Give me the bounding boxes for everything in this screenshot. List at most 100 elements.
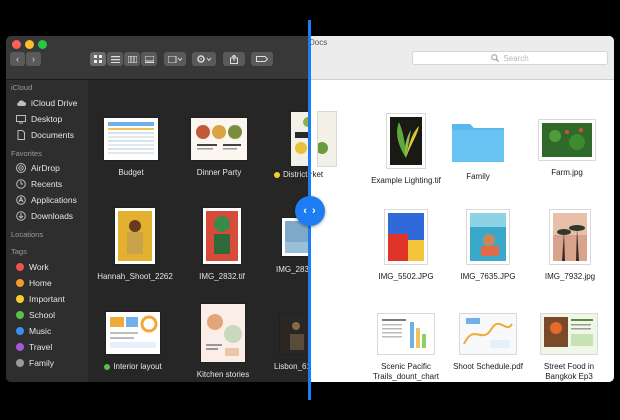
file-item[interactable]: IMG_2832.tif bbox=[192, 208, 252, 282]
video-thumbnail bbox=[280, 314, 310, 354]
back-button[interactable]: ‹ bbox=[10, 52, 25, 66]
file-name: District Market bbox=[310, 170, 323, 180]
file-item[interactable]: Farm.jpg bbox=[532, 120, 602, 178]
sidebar-tag-home[interactable]: Home bbox=[16, 278, 52, 288]
file-item[interactable]: Hannah_Shoot_2262 bbox=[97, 208, 173, 282]
gallery-view-button[interactable] bbox=[141, 52, 157, 66]
sidebar-item-label: Important bbox=[29, 294, 65, 304]
chart-thumbnail bbox=[378, 314, 434, 354]
file-name-text: District Market bbox=[310, 170, 324, 179]
tag-dot-icon bbox=[104, 364, 111, 370]
sidebar-tag-important[interactable]: Important bbox=[16, 294, 65, 304]
sidebar-tag-work[interactable]: Work bbox=[16, 262, 49, 272]
airdrop-icon bbox=[16, 163, 26, 173]
photo-thumbnail bbox=[115, 208, 155, 264]
sidebar: iCloud iCloud Drive Desktop Documents Fa… bbox=[6, 80, 88, 382]
action-button[interactable] bbox=[192, 52, 216, 66]
photo-thumbnail bbox=[539, 120, 595, 160]
light-mode-pane: Docs Search District Market bbox=[310, 36, 614, 382]
tag-dot-icon bbox=[16, 263, 24, 271]
sidebar-tag-music[interactable]: Music bbox=[16, 326, 51, 336]
sidebar-item-icloud-drive[interactable]: iCloud Drive bbox=[16, 98, 77, 108]
photo-thumbnail bbox=[385, 210, 427, 264]
file-item[interactable]: Lisbon_610195.MOV bbox=[274, 314, 310, 372]
icon-view-button[interactable] bbox=[90, 52, 106, 66]
file-item[interactable]: Shoot Schedule.pdf bbox=[448, 314, 528, 372]
file-name: Budget bbox=[118, 168, 144, 177]
sidebar-item-label: Recents bbox=[31, 179, 63, 189]
sidebar-item-label: Downloads bbox=[31, 211, 74, 221]
sidebar-item-documents[interactable]: Documents bbox=[16, 130, 74, 140]
file-grid-dark: Budget Dinner Party District Hannah_Shoo… bbox=[88, 80, 310, 382]
file-item[interactable]: Scenic Pacific Trails_dount_chart 2 bbox=[366, 314, 446, 382]
sidebar-item-applications[interactable]: Applications bbox=[16, 195, 77, 205]
search-field[interactable]: Search bbox=[412, 51, 608, 65]
chevron-left-right-icon: ‹ › bbox=[303, 205, 317, 217]
file-item[interactable]: Interior layout bbox=[100, 312, 166, 372]
file-item[interactable]: IMG_2839.jpg bbox=[276, 218, 310, 275]
tag-dot-icon bbox=[16, 279, 24, 287]
file-item[interactable]: Dinner Party bbox=[184, 118, 254, 178]
sidebar-item-airdrop[interactable]: AirDrop bbox=[16, 163, 60, 173]
grid-icon bbox=[94, 55, 102, 63]
file-item[interactable]: Family bbox=[448, 118, 508, 182]
file-name: IMG_7932.jpg bbox=[544, 272, 596, 281]
tag-dot-icon bbox=[16, 311, 24, 319]
tag-dot-icon bbox=[16, 295, 24, 303]
close-button[interactable] bbox=[12, 40, 21, 49]
column-view-button[interactable] bbox=[124, 52, 140, 66]
document-thumbnail bbox=[541, 314, 597, 354]
tag-dot-icon bbox=[16, 343, 24, 351]
sidebar-item-recents[interactable]: Recents bbox=[16, 179, 62, 189]
tags-button[interactable] bbox=[251, 52, 273, 66]
sidebar-tag-travel[interactable]: Travel bbox=[16, 342, 52, 352]
sidebar-item-label: Applications bbox=[31, 195, 77, 205]
file-item[interactable]: IMG_7635.JPG bbox=[448, 210, 528, 282]
window-title: Docs bbox=[310, 38, 327, 47]
file-item[interactable]: Budget bbox=[100, 118, 162, 178]
file-item[interactable]: IMG_5502.JPG bbox=[366, 210, 446, 282]
comparison-slider-handle[interactable]: ‹ › bbox=[295, 196, 325, 226]
group-icon bbox=[168, 55, 182, 63]
search-icon bbox=[491, 54, 500, 62]
sidebar-heading-locations: Locations bbox=[11, 230, 44, 239]
layout-thumbnail bbox=[106, 312, 160, 354]
search-placeholder: Search bbox=[503, 53, 529, 63]
poster-thumbnail bbox=[318, 112, 336, 166]
file-item[interactable]: Example Lighting.tif bbox=[366, 114, 446, 186]
file-item[interactable]: IMG_7932.jpg bbox=[534, 210, 606, 282]
zoom-button[interactable] bbox=[38, 40, 47, 49]
pdf-thumbnail bbox=[460, 314, 516, 354]
file-name: IMG_2839.jpg bbox=[276, 265, 310, 274]
sidebar-item-downloads[interactable]: Downloads bbox=[16, 211, 73, 221]
file-name-text: Scenic Pacific Trails_dount_chart 2 bbox=[373, 362, 439, 381]
sidebar-tag-family[interactable]: Family bbox=[16, 358, 54, 368]
file-name: Interior layout bbox=[104, 362, 162, 372]
share-icon bbox=[230, 54, 238, 64]
list-view-button[interactable] bbox=[107, 52, 123, 66]
list-icon bbox=[110, 55, 120, 63]
sidebar-item-label: Travel bbox=[29, 342, 53, 352]
magazine-thumbnail bbox=[201, 304, 245, 362]
document-thumbnail bbox=[191, 118, 247, 160]
document-icon bbox=[17, 130, 25, 140]
cloud-icon bbox=[17, 100, 26, 106]
file-name: District Market bbox=[274, 170, 310, 180]
file-name: Street Food in Bangkok Ep3 bbox=[543, 362, 595, 381]
file-name-text: District Market bbox=[283, 170, 310, 179]
sidebar-heading-icloud: iCloud bbox=[11, 83, 33, 92]
forward-button[interactable]: › bbox=[26, 52, 41, 66]
file-item[interactable]: Kitchen stories bbox=[188, 304, 258, 380]
sidebar-item-label: Documents bbox=[31, 130, 74, 140]
photo-thumbnail bbox=[387, 114, 425, 168]
sidebar-item-label: AirDrop bbox=[31, 163, 60, 173]
share-button[interactable] bbox=[223, 52, 245, 66]
file-item[interactable]: District Market bbox=[274, 112, 310, 180]
file-item[interactable]: District Market bbox=[310, 112, 370, 180]
minimize-button[interactable] bbox=[25, 40, 34, 49]
group-button[interactable] bbox=[164, 52, 186, 66]
file-name: Hannah_Shoot_2262 bbox=[97, 272, 173, 281]
file-item[interactable]: Street Food in Bangkok Ep3 bbox=[532, 314, 606, 382]
sidebar-item-desktop[interactable]: Desktop bbox=[16, 114, 62, 124]
sidebar-tag-school[interactable]: School bbox=[16, 310, 55, 320]
